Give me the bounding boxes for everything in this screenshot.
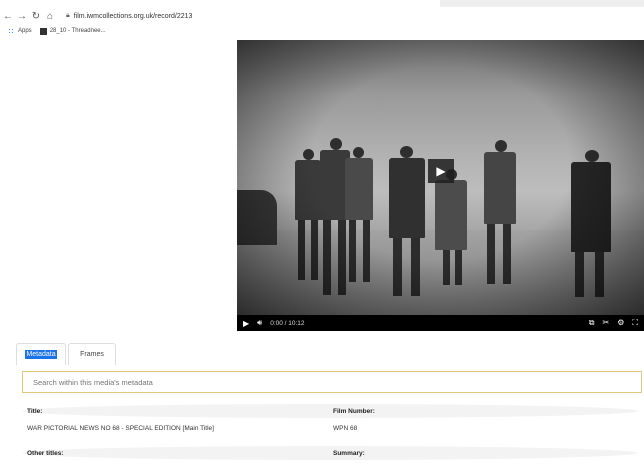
home-icon[interactable]: ⌂: [44, 10, 56, 22]
media-tabs: Metadata Frames: [16, 343, 118, 365]
active-tab[interactable]: [330, 0, 440, 7]
metadata-search-box: [22, 371, 642, 393]
title-value: WAR PICTORIAL NEWS NO 68 - SPECIAL EDITI…: [27, 424, 214, 432]
browser-tab-strip: [330, 0, 644, 7]
play-icon[interactable]: ▶: [243, 319, 249, 328]
metadata-value-row: WAR PICTORIAL NEWS NO 68 - SPECIAL EDITI…: [22, 421, 638, 435]
bookmark-label: 28_10 - Threadnee...: [49, 28, 106, 34]
bookmark-threadneedle[interactable]: 28_10 - Threadnee...: [39, 27, 106, 35]
pdf-icon: [39, 27, 47, 35]
title-label: Title:: [27, 407, 43, 415]
volume-icon[interactable]: 🔊︎: [257, 318, 262, 328]
summary-label: Summary:: [333, 449, 365, 457]
bookmark-label: Apps: [18, 28, 32, 34]
forward-arrow-icon[interactable]: →: [16, 10, 28, 22]
metadata-search-input[interactable]: [33, 377, 641, 387]
big-play-button[interactable]: ▶: [428, 159, 454, 183]
url-field[interactable]: 🔒︎ film.iwmcollections.org.uk/record/221…: [62, 9, 197, 23]
video-controls: ▶ 🔊︎ 0:00 / 10:12 ⧉ ✂ ⚙ ⛶: [237, 315, 644, 331]
subtitles-icon[interactable]: ⧉: [589, 318, 595, 328]
film-number-value: WPN 68: [333, 424, 358, 432]
back-arrow-icon[interactable]: ←: [2, 10, 14, 22]
bookmark-apps[interactable]: Apps: [8, 27, 32, 35]
apps-grid-icon: [8, 27, 15, 35]
metadata-header-row: Title: Film Number:: [22, 404, 638, 418]
metadata-header-row: Other titles: Summary:: [22, 446, 638, 460]
settings-gear-icon[interactable]: ⚙: [617, 318, 624, 328]
play-icon: ▶: [436, 164, 446, 178]
reload-icon[interactable]: ↻: [30, 10, 42, 22]
address-bar: ← → ↻ ⌂ 🔒︎ film.iwmcollections.org.uk/re…: [0, 8, 644, 24]
tab-label: Metadata: [25, 350, 57, 359]
film-number-label: Film Number:: [333, 407, 375, 415]
tab-frames[interactable]: Frames: [68, 343, 116, 365]
video-player[interactable]: ▶ ▶ 🔊︎ 0:00 / 10:12 ⧉ ✂ ⚙ ⛶: [237, 40, 644, 331]
bookmarks-bar: Apps 28_10 - Threadnee...: [0, 25, 644, 37]
tab-metadata[interactable]: Metadata: [16, 343, 66, 365]
fullscreen-icon[interactable]: ⛶: [632, 318, 638, 328]
url-text: film.iwmcollections.org.uk/record/2213: [73, 12, 193, 20]
time-display: 0:00 / 10:12: [270, 319, 305, 327]
clip-scissors-icon[interactable]: ✂: [603, 318, 610, 328]
tab-label: Frames: [80, 351, 104, 358]
lock-icon: 🔒︎: [66, 12, 70, 19]
video-frame[interactable]: ▶: [237, 40, 644, 315]
other-titles-label: Other titles:: [27, 449, 64, 457]
